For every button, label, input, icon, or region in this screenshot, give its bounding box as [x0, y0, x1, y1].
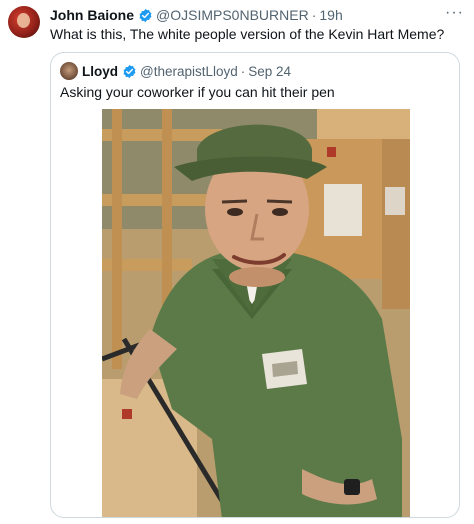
header-separator: · — [311, 7, 317, 23]
tweet-text: What is this, The white people version o… — [50, 26, 445, 42]
quoted-tweet-text: Asking your coworker if you can hit thei… — [60, 84, 335, 100]
quoted-tweet-photo[interactable] — [102, 109, 410, 517]
author-avatar[interactable] — [8, 6, 40, 38]
quoted-author-name: Lloyd — [82, 63, 118, 79]
tweet[interactable]: John Baione @OJSIMPS0NBURNER · 19h ··· W… — [0, 0, 474, 524]
author-name[interactable]: John Baione — [50, 7, 134, 23]
quoted-author-handle: @therapistLloyd — [140, 63, 238, 79]
quoted-tweet-date: Sep 24 — [248, 63, 292, 79]
tweet-header: John Baione @OJSIMPS0NBURNER · 19h — [50, 6, 343, 24]
quoted-tweet[interactable]: Lloyd @therapistLloyd · Sep 24 Asking yo… — [50, 52, 460, 518]
quoted-header-separator: · — [240, 63, 246, 79]
tweet-timestamp[interactable]: 19h — [319, 7, 342, 23]
author-handle[interactable]: @OJSIMPS0NBURNER — [156, 7, 309, 23]
quoted-author-avatar — [60, 62, 78, 80]
delivery-man-photo-illustration — [102, 109, 410, 517]
verified-badge-icon — [123, 64, 136, 78]
more-horizontal-icon[interactable]: ··· — [445, 4, 464, 22]
quoted-tweet-header: Lloyd @therapistLloyd · Sep 24 — [82, 62, 291, 80]
verified-badge-icon — [139, 8, 152, 22]
